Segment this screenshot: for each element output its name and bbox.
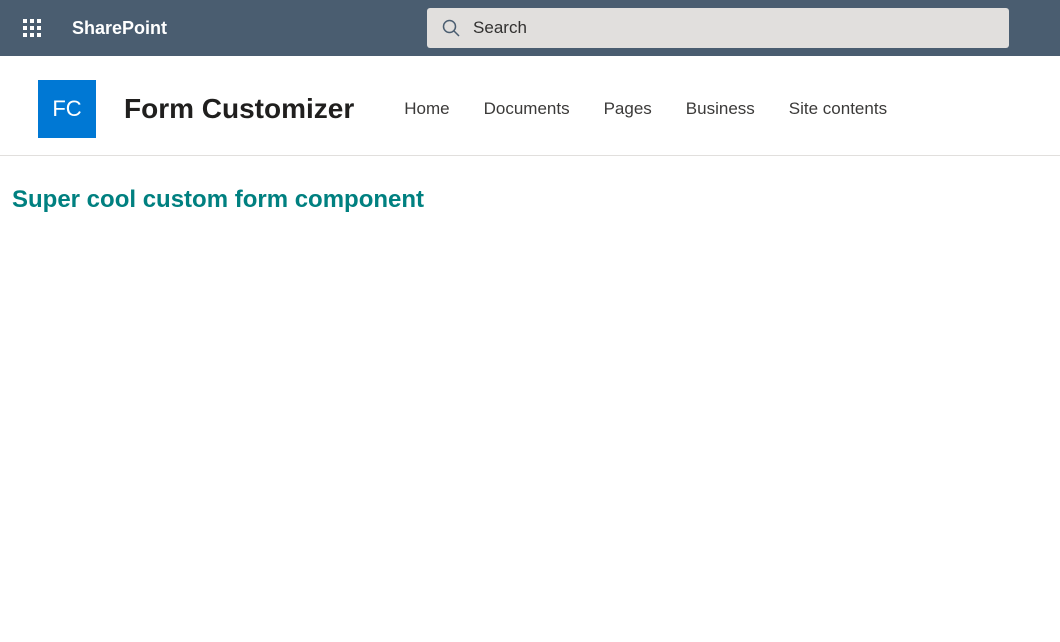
nav-item-business[interactable]: Business xyxy=(686,99,755,119)
nav-item-documents[interactable]: Documents xyxy=(484,99,570,119)
site-title[interactable]: Form Customizer xyxy=(124,93,354,125)
nav-item-site-contents[interactable]: Site contents xyxy=(789,99,887,119)
site-logo[interactable]: FC xyxy=(38,80,96,138)
nav-item-pages[interactable]: Pages xyxy=(604,99,652,119)
search-icon xyxy=(441,18,461,38)
search-input[interactable] xyxy=(473,18,995,38)
nav-item-home[interactable]: Home xyxy=(404,99,449,119)
suite-bar: SharePoint xyxy=(0,0,1060,62)
search-box[interactable] xyxy=(427,8,1009,48)
app-launcher-button[interactable] xyxy=(12,8,52,48)
site-header: FC Form Customizer Home Documents Pages … xyxy=(0,62,1060,156)
waffle-icon xyxy=(23,19,41,37)
form-component-heading: Super cool custom form component xyxy=(12,186,1048,214)
main-content: Super cool custom form component xyxy=(0,156,1060,244)
search-container[interactable] xyxy=(427,8,1009,48)
site-nav: Home Documents Pages Business Site conte… xyxy=(404,99,887,119)
app-name[interactable]: SharePoint xyxy=(72,18,167,39)
